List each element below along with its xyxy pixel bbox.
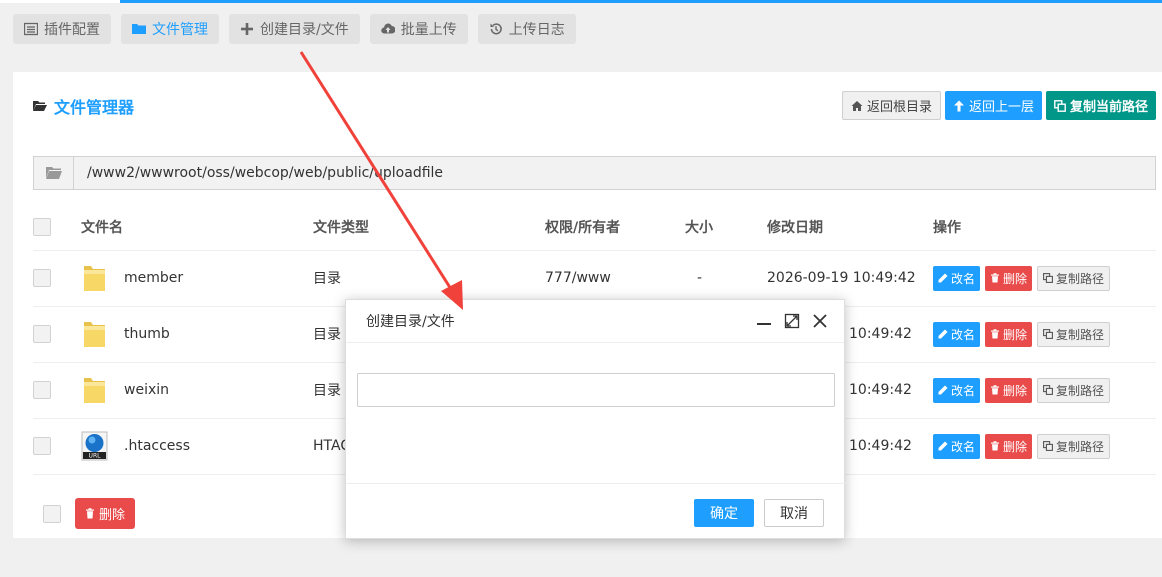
table-row: member 目录 777/www - 2026-09-19 10:49:42 … xyxy=(33,250,1156,307)
col-actions: 操作 xyxy=(933,204,1156,251)
trash-icon xyxy=(86,508,94,519)
arrow-up-icon xyxy=(953,100,964,111)
cloud-upload-icon xyxy=(381,23,395,34)
tab-label: 文件管理 xyxy=(152,22,208,38)
path-bar: /www2/wwwroot/oss/webcop/web/public/uplo… xyxy=(33,156,1156,190)
row-checkbox[interactable] xyxy=(33,381,51,399)
folder-icon xyxy=(84,322,105,347)
tab-upload-log[interactable]: 上传日志 xyxy=(477,14,576,44)
footer-select-checkbox[interactable] xyxy=(43,504,61,523)
col-perm: 权限/所有者 xyxy=(545,204,685,251)
row-checkbox[interactable] xyxy=(33,325,51,343)
dialog-footer: 确定 取消 xyxy=(346,483,846,540)
table-footer: 删除 xyxy=(43,498,136,529)
folder-icon xyxy=(34,157,74,189)
table-header-row: 文件名 文件类型 权限/所有者 大小 修改日期 操作 xyxy=(33,204,1156,251)
copy-icon xyxy=(1043,385,1053,395)
rename-button[interactable]: 改名 xyxy=(933,377,981,403)
file-name-link[interactable]: member xyxy=(124,270,183,286)
delete-button[interactable]: 删除 xyxy=(985,433,1033,459)
folder-open-icon xyxy=(33,101,47,111)
tab-label: 批量上传 xyxy=(400,22,457,38)
close-icon[interactable] xyxy=(812,313,828,329)
list-icon xyxy=(24,22,38,36)
copy-path-button[interactable]: 复制路径 xyxy=(1037,433,1111,459)
file-name-link[interactable]: thumb xyxy=(124,326,170,342)
dialog-name-input[interactable] xyxy=(357,373,835,407)
rename-button[interactable]: 改名 xyxy=(933,265,981,291)
delete-button[interactable]: 删除 xyxy=(985,321,1033,347)
copy-icon xyxy=(1043,441,1053,451)
trash-icon xyxy=(991,441,1000,451)
rename-button[interactable]: 改名 xyxy=(933,433,981,459)
back-up-button[interactable]: 返回上一层 xyxy=(944,91,1042,120)
copy-icon xyxy=(1054,99,1066,112)
path-text: /www2/wwwroot/oss/webcop/web/public/uplo… xyxy=(87,165,444,181)
tab-bar: 插件配置 文件管理 创建目录/文件 批量上传 上传日志 xyxy=(13,14,576,44)
col-date: 修改日期 xyxy=(767,204,933,251)
pencil-icon xyxy=(938,273,948,283)
file-perm: 777/www xyxy=(545,250,685,307)
file-type: 目录 xyxy=(313,250,545,307)
delete-button[interactable]: 删除 xyxy=(985,377,1033,403)
plus-icon xyxy=(241,23,253,35)
home-icon xyxy=(851,100,863,111)
panel-title: 文件管理器 xyxy=(33,94,134,118)
file-size: - xyxy=(685,250,767,307)
maximize-icon[interactable] xyxy=(784,313,800,329)
folder-icon xyxy=(132,24,146,34)
cancel-button[interactable]: 取消 xyxy=(764,499,824,527)
copy-path-button[interactable]: 复制路径 xyxy=(1037,377,1111,403)
tab-plugin-config[interactable]: 插件配置 xyxy=(13,14,111,44)
file-name-link[interactable]: .htaccess xyxy=(124,438,190,454)
rename-button[interactable]: 改名 xyxy=(933,321,981,347)
tab-label: 创建目录/文件 xyxy=(260,22,349,38)
col-name: 文件名 xyxy=(81,204,313,251)
top-accent-line xyxy=(0,0,1162,3)
pencil-icon xyxy=(938,329,948,339)
bulk-delete-button[interactable]: 删除 xyxy=(75,498,136,529)
copy-icon xyxy=(1043,273,1053,283)
minimize-icon[interactable] xyxy=(756,313,772,329)
pencil-icon xyxy=(938,385,948,395)
tab-create[interactable]: 创建目录/文件 xyxy=(229,14,360,44)
copy-icon xyxy=(1043,329,1053,339)
history-icon xyxy=(490,23,502,35)
tab-batch-upload[interactable]: 批量上传 xyxy=(369,14,468,44)
folder-icon xyxy=(84,378,105,403)
copy-path-button[interactable]: 复制路径 xyxy=(1037,265,1111,291)
file-date: 2026-09-19 10:49:42 xyxy=(767,250,933,307)
col-size: 大小 xyxy=(685,204,767,251)
row-checkbox[interactable] xyxy=(33,437,51,455)
svg-text:URL: URL xyxy=(89,453,102,460)
create-dialog: 创建目录/文件 确定 取消 xyxy=(345,299,846,540)
dialog-controls xyxy=(756,313,828,329)
file-name-link[interactable]: weixin xyxy=(124,382,169,398)
trash-icon xyxy=(991,385,1000,395)
trash-icon xyxy=(991,329,1000,339)
tab-label: 插件配置 xyxy=(44,22,100,38)
toolbar: 返回根目录 返回上一层 复制当前路径 xyxy=(841,91,1156,120)
col-type: 文件类型 xyxy=(313,204,545,251)
back-to-root-button[interactable]: 返回根目录 xyxy=(841,91,941,120)
tab-file-manager[interactable]: 文件管理 xyxy=(121,14,219,44)
select-all-checkbox[interactable] xyxy=(33,217,51,236)
tab-label: 上传日志 xyxy=(508,22,565,38)
copy-path-button[interactable]: 复制路径 xyxy=(1037,321,1111,347)
pencil-icon xyxy=(938,441,948,451)
confirm-button[interactable]: 确定 xyxy=(694,499,754,527)
folder-icon xyxy=(84,266,105,291)
row-checkbox[interactable] xyxy=(33,269,51,287)
url-file-icon: URL xyxy=(81,431,108,461)
delete-button[interactable]: 删除 xyxy=(985,265,1033,291)
trash-icon xyxy=(991,273,1000,283)
copy-current-path-button[interactable]: 复制当前路径 xyxy=(1045,91,1156,120)
